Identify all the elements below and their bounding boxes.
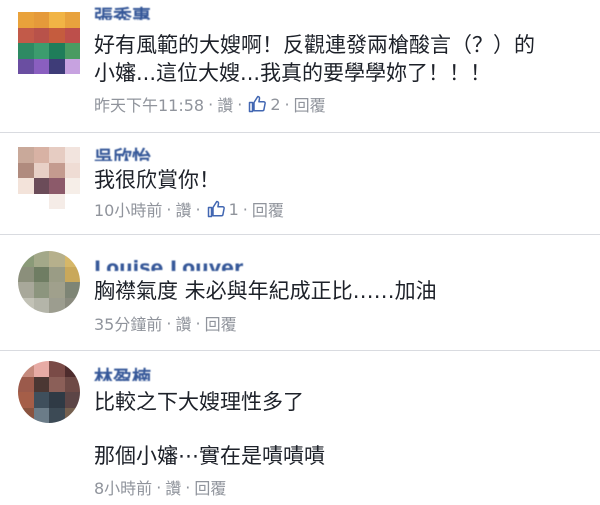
avatar[interactable] [18,12,80,74]
reply-link[interactable]: 回覆 [252,197,284,221]
timestamp[interactable]: 昨天下午11:58 [94,92,204,116]
like-count[interactable]: 2 [270,95,280,114]
like-link[interactable]: 讚 [175,197,191,221]
separator: · [237,94,243,114]
comment-meta: 8小時前 · 讚 · 回覆 [94,475,226,499]
avatar[interactable] [18,147,80,209]
comment-meta: 昨天下午11:58 · 讚 · 2 · 回覆 [94,92,326,116]
avatar[interactable] [18,251,80,313]
separator: · [284,94,290,114]
separator: · [166,313,172,333]
separator: · [156,477,162,497]
comment-3: Louise Louver 胸襟氣度 未必與年紀成正比……加油 35分鐘前 · … [0,235,600,350]
timestamp[interactable]: 8小時前 [94,475,152,499]
like-count[interactable]: 1 [229,200,239,219]
comment-4: 林盈楠 比較之下大嫂理性多了 那個小嬸⋯實在是嘖嘖嘖 8小時前 · 讚 · 回覆 [0,351,600,505]
avatar[interactable] [18,361,80,423]
separator: · [195,313,201,333]
comment-text: 我很欣賞你！ [94,168,220,192]
separator: · [242,199,248,219]
commenter-name[interactable]: Louise Louver [94,255,243,271]
thumbs-up-icon [249,95,267,113]
reply-link[interactable]: 回覆 [294,92,326,116]
comment-2: 吳欣怡 我很欣賞你！ 10小時前 · 讚 · 1 · 回覆 [0,133,600,233]
commenter-name[interactable]: 吳欣怡 [94,145,151,161]
comment-meta: 35分鐘前 · 讚 · 回覆 [94,311,237,335]
like-link[interactable]: 讚 [175,311,191,335]
separator: · [185,477,191,497]
comment-text: 那個小嬸⋯實在是嘖嘖嘖 [94,444,325,468]
commenter-name[interactable]: 林盈楠 [94,365,151,381]
comment-1: 張秀惠 好有風範的大嫂啊！反觀連發兩槍酸言（？）的 小嬸...這位大嫂...我真… [0,0,600,118]
separator: · [166,199,172,219]
comment-text: 胸襟氣度 未必與年紀成正比……加油 [94,279,437,303]
like-link[interactable]: 讚 [217,92,233,116]
comment-text: 好有風範的大嫂啊！反觀連發兩槍酸言（？）的 [94,33,535,57]
timestamp[interactable]: 35分鐘前 [94,311,162,335]
reply-link[interactable]: 回覆 [205,311,237,335]
comment-text: 小嬸...這位大嫂...我真的要學學妳了！！！ [94,61,492,85]
commenter-name[interactable]: 張秀惠 [94,4,151,20]
comment-meta: 10小時前 · 讚 · 1 · 回覆 [94,197,284,221]
reply-link[interactable]: 回覆 [194,475,226,499]
timestamp[interactable]: 10小時前 [94,197,162,221]
separator: · [195,199,201,219]
comment-text: 比較之下大嫂理性多了 [94,390,304,414]
like-link[interactable]: 讚 [165,475,181,499]
separator: · [208,94,214,114]
thumbs-up-icon [207,200,225,218]
